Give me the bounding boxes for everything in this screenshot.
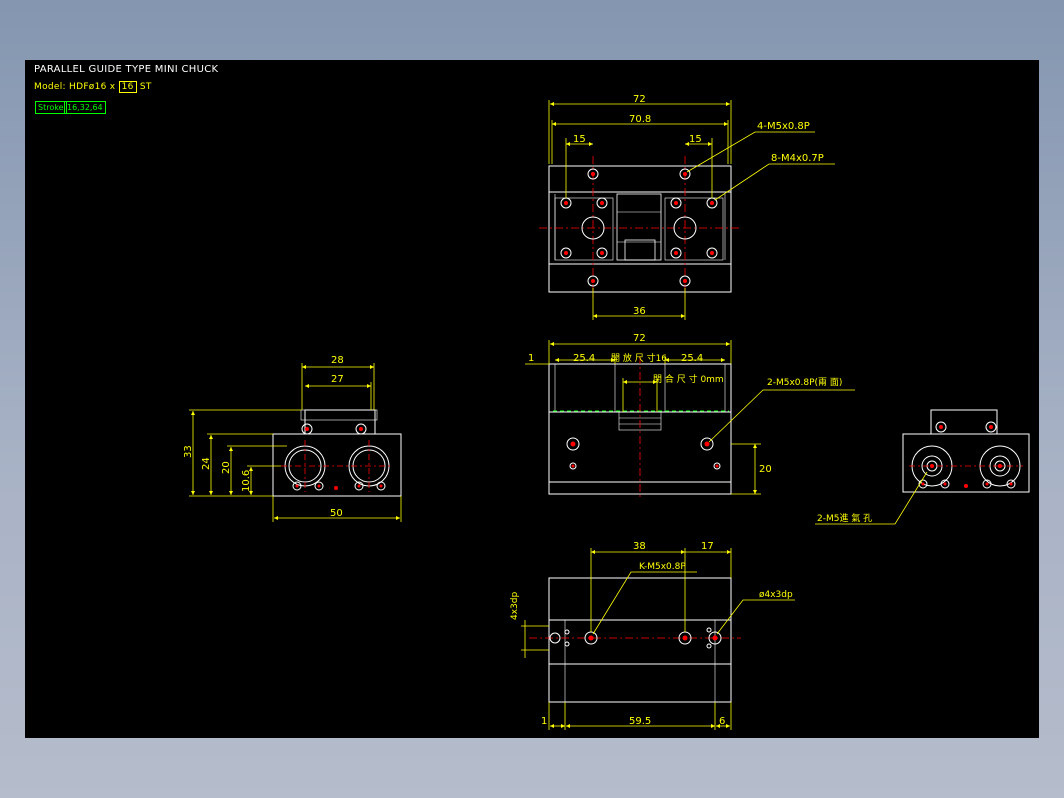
top-view: 72 70.8 15 15 36 4-M5x0.8P 8-M4x0.7P — [539, 94, 835, 320]
front-dim-25-4-right: 25.4 — [681, 353, 703, 364]
side-dim-10-6: 10.6 — [241, 470, 252, 492]
side-dim-27: 27 — [331, 374, 344, 385]
bottom-dim-59-5: 59.5 — [629, 716, 651, 727]
drawing-canvas: PARALLEL GUIDE TYPE MINI CHUCK Model: HD… — [25, 60, 1039, 738]
bottom-dim-4x3dp: 4x3dp — [510, 592, 520, 620]
front-view: 72 1 25.4 開 放 尺 寸16 25.4 閉 合 尺 寸 0mm 2-M… — [525, 333, 855, 500]
side-dim-33: 33 — [183, 445, 194, 458]
top-note-m5: 4-M5x0.8P — [757, 121, 810, 132]
top-dim-15-left: 15 — [573, 134, 586, 145]
bottom-dim-38: 38 — [633, 541, 646, 552]
front-dim-72: 72 — [633, 333, 646, 344]
right-view: 2-M5進 氣 孔 — [815, 409, 1030, 525]
cad-drawing: 72 70.8 15 15 36 4-M5x0.8P 8-M4x0.7P 72 … — [183, 94, 1030, 730]
front-close-label: 閉 合 尺 寸 0mm — [653, 373, 724, 385]
top-dim-15-right: 15 — [689, 134, 702, 145]
front-note-m5: 2-M5x0.8P(兩 面) — [767, 377, 842, 388]
side-dim-28: 28 — [331, 355, 344, 366]
bottom-view: 38 17 K-M5x0.8P ø4x3dp 4x3dp 1 59.5 6 — [510, 541, 795, 730]
front-dim-20: 20 — [759, 464, 772, 475]
top-dim-72: 72 — [633, 94, 646, 105]
side-dim-50: 50 — [330, 508, 343, 519]
bottom-dim-6: 6 — [719, 716, 725, 727]
front-open-label: 開 放 尺 寸16 — [611, 352, 667, 364]
side-dim-24: 24 — [201, 457, 212, 470]
right-note-m5: 2-M5進 氣 孔 — [817, 512, 872, 524]
bottom-note-dowel: ø4x3dp — [759, 590, 793, 600]
top-note-m4: 8-M4x0.7P — [771, 153, 824, 164]
bottom-dim-17: 17 — [701, 541, 714, 552]
top-dim-36: 36 — [633, 306, 646, 317]
bottom-dim-1: 1 — [541, 716, 547, 727]
front-dim-25-4-left: 25.4 — [573, 353, 595, 364]
front-dim-1: 1 — [528, 353, 534, 364]
side-view: 28 27 33 24 20 10.6 50 — [183, 355, 402, 522]
side-dim-20: 20 — [221, 461, 232, 474]
bottom-note-k: K-M5x0.8P — [639, 562, 686, 572]
top-dim-70-8: 70.8 — [629, 114, 651, 125]
